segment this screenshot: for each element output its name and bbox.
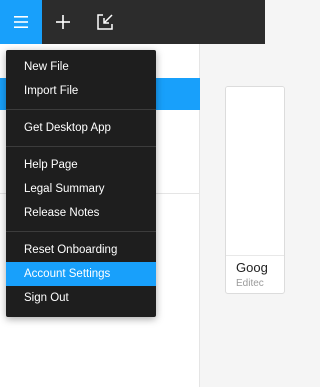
menu-item-import-file[interactable]: Import File [6,79,156,103]
file-thumbnail [226,87,284,256]
menu-item-legal-summary[interactable]: Legal Summary [6,177,156,201]
import-icon [97,14,113,30]
main-menu-button[interactable] [0,0,42,44]
menu-item-account-settings[interactable]: Account Settings [6,262,156,286]
menu-item-release-notes[interactable]: Release Notes [6,201,156,225]
main-dropdown-menu: New File Import File Get Desktop App Help P… [6,50,156,317]
file-name: Goog [236,260,268,275]
menu-separator [6,146,156,147]
menu-separator [6,109,156,110]
menu-item-help-page[interactable]: Help Page [6,153,156,177]
hamburger-menu-icon [14,16,28,28]
file-edited-meta: Editec [236,278,264,289]
menu-item-sign-out[interactable]: Sign Out [6,286,156,310]
plus-icon [56,15,70,29]
new-file-button[interactable] [42,0,84,44]
top-toolbar [0,0,265,44]
menu-separator [6,231,156,232]
menu-item-get-desktop-app[interactable]: Get Desktop App [6,116,156,140]
menu-item-new-file[interactable]: New File [6,55,156,79]
menu-item-reset-onboarding[interactable]: Reset Onboarding [6,238,156,262]
file-browser: Goog Editec [200,44,285,387]
import-file-button[interactable] [84,0,126,44]
file-card[interactable]: Goog Editec [225,86,285,294]
